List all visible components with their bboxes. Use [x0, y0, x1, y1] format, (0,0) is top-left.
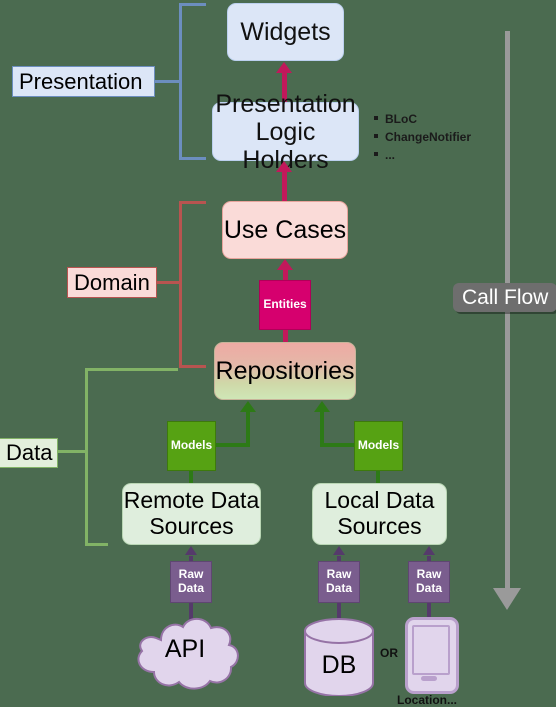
call-flow-label: Call Flow	[453, 283, 556, 312]
data-bracket-label-stub	[57, 450, 87, 453]
api-cloud-label-wrap: API	[145, 632, 225, 666]
raw-data-label-line1: Raw	[178, 567, 204, 582]
list-item: ...	[374, 146, 494, 164]
arrow-models-left-horizontal	[215, 443, 250, 447]
list-item: BLoC	[374, 110, 494, 128]
location-label-text: Location...	[397, 693, 457, 707]
mobile-device-screen	[412, 625, 450, 675]
arrow-models-right-horizontal	[320, 443, 355, 447]
node-models-left-label: Models	[170, 438, 213, 453]
node-local-ds-label-line2: Sources	[337, 513, 422, 539]
node-models-right-label: Models	[357, 438, 400, 453]
layer-label-data-text: Data	[6, 440, 53, 465]
node-raw-data-db[interactable]: Raw Data	[318, 561, 360, 603]
list-item: ChangeNotifier	[374, 128, 494, 146]
node-use-cases[interactable]: Use Cases	[222, 201, 348, 259]
node-use-cases-label: Use Cases	[223, 216, 347, 244]
domain-bracket-top-stub	[179, 201, 206, 204]
node-remote-ds-label-line1: Remote Data	[123, 487, 260, 514]
layer-label-presentation: Presentation	[12, 66, 155, 97]
bullet-text: ...	[385, 148, 396, 163]
arrow-raw-data-api-head	[185, 546, 197, 555]
bullet-square-icon	[374, 116, 378, 120]
node-entities-label: Entities	[263, 297, 307, 312]
bullet-square-icon	[374, 134, 378, 139]
arrow-models-right-vertical	[320, 412, 324, 446]
layer-label-presentation-text: Presentation	[19, 68, 143, 94]
layer-label-data: Data	[0, 438, 58, 468]
arrow-raw-data-db-head	[333, 546, 345, 555]
node-local-data-sources[interactable]: Local Data Sources	[312, 483, 447, 545]
domain-bracket-label-stub	[157, 281, 182, 284]
node-raw-data-api[interactable]: Raw Data	[170, 561, 212, 603]
connector-remote-ds-to-models	[189, 471, 193, 483]
api-label: API	[164, 635, 206, 663]
domain-bracket-bottom-stub	[179, 365, 206, 368]
node-models-left[interactable]: Models	[167, 421, 216, 471]
connector-local-ds-to-models	[376, 471, 380, 483]
layer-label-domain: Domain	[67, 267, 157, 298]
node-models-right[interactable]: Models	[354, 421, 403, 471]
arrow-raw-data-device-head	[423, 546, 435, 555]
bullet-text: ChangeNotifier	[385, 130, 472, 145]
node-entities[interactable]: Entities	[259, 280, 311, 330]
bullet-square-icon	[374, 152, 378, 157]
node-presentation-logic-holders[interactable]: Presentation Logic Holders	[212, 90, 359, 174]
node-remote-data-sources[interactable]: Remote Data Sources	[122, 483, 261, 545]
architecture-diagram: Presentation Domain Data Widgets Present…	[0, 0, 556, 707]
node-plh-label-line1: Presentation	[215, 89, 356, 118]
node-repositories-label: Repositories	[215, 357, 355, 385]
data-bracket-vertical	[85, 368, 88, 546]
presentation-bracket-label-stub	[155, 80, 181, 83]
mobile-device-home-button	[421, 676, 437, 681]
arrow-models-right-head	[314, 401, 330, 412]
arrow-models-left-head	[240, 401, 256, 412]
location-label: Location...	[397, 693, 457, 707]
domain-bracket-vertical	[179, 201, 182, 368]
data-bracket-top-stub	[85, 368, 178, 371]
node-repositories[interactable]: Repositories	[214, 342, 356, 400]
or-label: OR	[380, 646, 398, 660]
db-label: DB	[321, 651, 357, 679]
data-bracket-bottom-stub	[85, 543, 108, 546]
call-flow-arrow-head	[493, 588, 521, 610]
presentation-bracket-top-stub	[179, 3, 206, 6]
raw-data-label-line2: Data	[177, 581, 204, 595]
presentation-bracket-bottom-stub	[179, 157, 206, 160]
arrow-usecases-to-plh-head	[276, 161, 292, 172]
bullet-text: BLoC	[385, 112, 417, 126]
arrow-models-left-vertical	[246, 412, 250, 446]
node-remote-ds-label-line2: Sources	[149, 513, 234, 539]
call-flow-label-text: Call Flow	[462, 285, 549, 309]
layer-label-domain-text: Domain	[74, 269, 150, 295]
node-widgets-label: Widgets	[240, 18, 331, 46]
raw-data-label-line2: Data	[325, 581, 352, 595]
raw-data-label-line1: Raw	[326, 567, 352, 582]
arrow-entities-to-usecases-head	[277, 259, 293, 270]
raw-data-label-line2: Data	[415, 581, 442, 595]
db-label-wrap: DB	[303, 648, 375, 682]
arrow-plh-to-widgets-head	[276, 62, 292, 73]
node-widgets[interactable]: Widgets	[227, 3, 344, 61]
presentation-logic-holders-examples: BLoC ChangeNotifier ...	[374, 110, 494, 165]
node-raw-data-device[interactable]: Raw Data	[408, 561, 450, 603]
raw-data-label-line1: Raw	[416, 567, 442, 582]
arrow-usecases-to-plh-shaft	[282, 172, 287, 202]
or-label-text: OR	[380, 646, 398, 660]
node-local-ds-label-line1: Local Data	[324, 487, 435, 514]
